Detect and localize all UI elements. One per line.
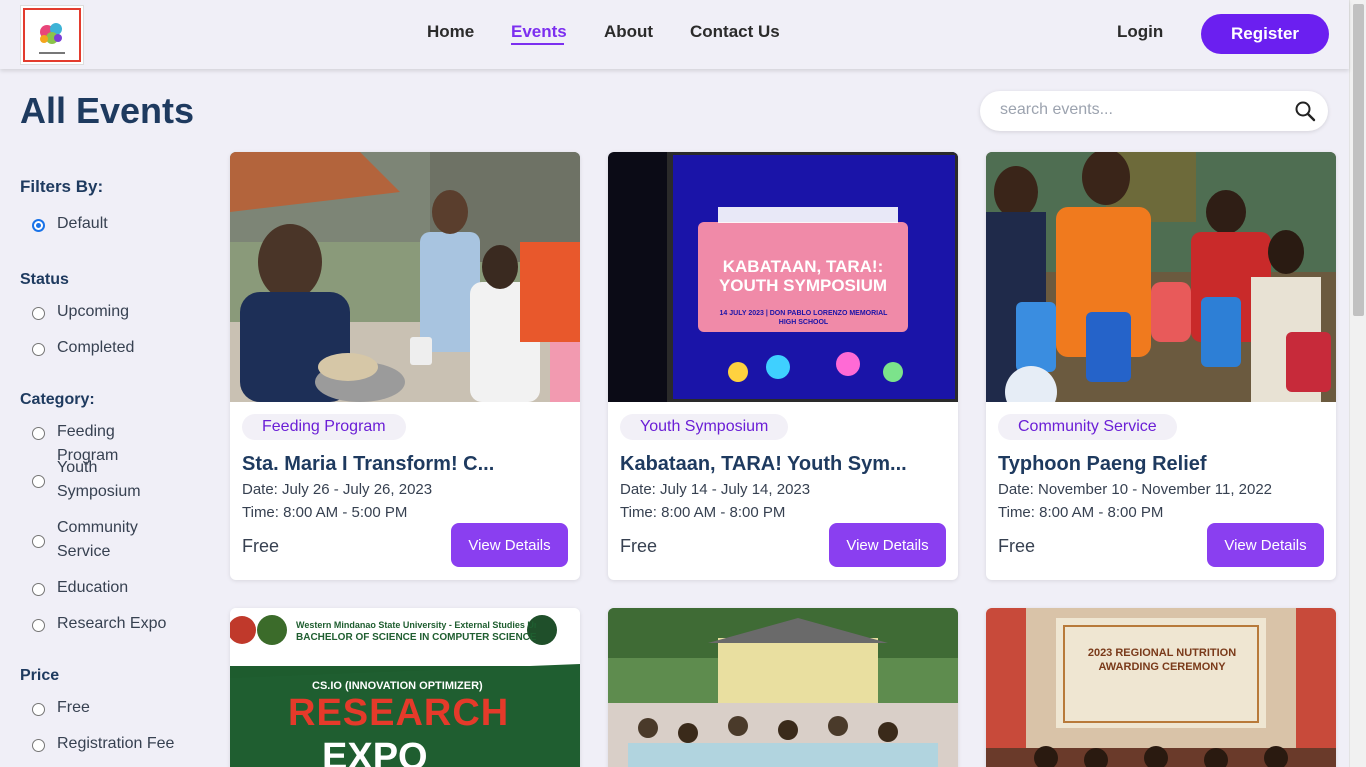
filter-youth-symposium[interactable]: Youth Symposium — [32, 459, 177, 504]
search-icon[interactable] — [1294, 100, 1316, 127]
preview-headline-text: RESEARCH — [288, 692, 510, 734]
filter-registration-fee-label: Registration Fee — [57, 735, 175, 752]
filter-free[interactable]: Free — [32, 699, 177, 720]
search-input[interactable] — [1000, 101, 1280, 119]
event-time: Time: 8:00 AM - 8:00 PM — [620, 504, 786, 521]
event-image[interactable] — [986, 152, 1336, 402]
event-category-tag[interactable]: Youth Symposium — [620, 414, 789, 440]
active-nav-underline — [511, 43, 564, 45]
filter-community-service[interactable]: Community Service — [32, 519, 177, 564]
event-date: Date: July 26 - July 26, 2023 — [242, 481, 433, 498]
event-date: Date: July 14 - July 14, 2023 — [620, 481, 811, 498]
filters-title: Filters By: — [20, 177, 104, 196]
event-category-tag[interactable]: Feeding Program — [242, 414, 406, 440]
event-card: KABATAAN, TARA!: YOUTH SYMPOSIUM 14 JULY… — [608, 152, 958, 580]
event-card: Western Mindanao State University - Exte… — [230, 608, 580, 767]
view-details-button[interactable]: View Details — [829, 523, 946, 567]
radio-research-expo[interactable] — [32, 619, 45, 632]
nav-events[interactable]: Events — [511, 22, 567, 42]
category-title: Category: — [20, 391, 95, 408]
filter-registration-fee[interactable]: Registration Fee — [32, 735, 197, 756]
filter-default-label: Default — [57, 215, 108, 232]
filter-default[interactable]: Default — [32, 215, 177, 236]
event-category-tag[interactable]: Community Service — [998, 414, 1177, 440]
register-button[interactable]: Register — [1201, 14, 1329, 54]
filter-education[interactable]: Education — [32, 579, 177, 600]
radio-feeding-program[interactable] — [32, 427, 45, 440]
event-image[interactable]: Western Mindanao State University - Exte… — [230, 608, 580, 767]
event-card — [608, 608, 958, 767]
filter-research-expo-label: Research Expo — [57, 615, 167, 632]
event-title[interactable]: Sta. Maria I Transform! C... — [242, 453, 494, 476]
event-image-subline: 14 JULY 2023 | DON PABLO LORENZO MEMORIA… — [719, 310, 888, 326]
preview-event-text: CS.IO (INNOVATION OPTIMIZER) — [312, 680, 483, 692]
event-title[interactable]: Typhoon Paeng Relief — [998, 453, 1207, 476]
filter-completed-label: Completed — [57, 339, 135, 356]
logo-image — [23, 8, 81, 62]
radio-upcoming[interactable] — [32, 307, 45, 320]
page-title: All Events — [20, 90, 195, 131]
radio-education[interactable] — [32, 583, 45, 596]
radio-default[interactable] — [32, 219, 45, 232]
radio-free[interactable] — [32, 703, 45, 716]
event-title[interactable]: Kabataan, TARA! Youth Sym... — [620, 453, 907, 476]
event-price: Free — [620, 536, 658, 556]
event-card: 2023 REGIONAL NUTRITION AWARDING CEREMON… — [986, 608, 1336, 767]
event-time: Time: 8:00 AM - 8:00 PM — [998, 504, 1164, 521]
event-time: Time: 8:00 AM - 5:00 PM — [242, 504, 408, 521]
preview-university-text: Western Mindanao State University - Exte… — [296, 620, 536, 630]
event-card: Community Service Typhoon Paeng Relief D… — [986, 152, 1336, 580]
filter-free-label: Free — [57, 699, 90, 716]
price-title: Price — [20, 667, 60, 684]
preview-program-text: BACHELOR OF SCIENCE IN COMPUTER SCIENCE — [296, 632, 536, 643]
view-details-button[interactable]: View Details — [1207, 523, 1324, 567]
view-details-button[interactable]: View Details — [451, 523, 568, 567]
event-image[interactable]: KABATAAN, TARA!: YOUTH SYMPOSIUM 14 JULY… — [608, 152, 958, 402]
filter-completed[interactable]: Completed — [32, 339, 177, 360]
event-price: Free — [242, 536, 280, 556]
scrollbar-thumb[interactable] — [1353, 4, 1364, 316]
page-scrollbar[interactable] — [1349, 0, 1366, 767]
preview-headline-text: 2023 REGIONAL NUTRITION AWARDING CEREMON… — [1087, 647, 1237, 673]
filter-research-expo[interactable]: Research Expo — [32, 615, 177, 636]
preview-headline2-text: EXPO — [322, 736, 428, 767]
filter-upcoming[interactable]: Upcoming — [32, 303, 177, 324]
event-image[interactable] — [608, 608, 958, 767]
search-box — [980, 91, 1328, 131]
nav-contact-us[interactable]: Contact Us — [690, 22, 780, 42]
radio-registration-fee[interactable] — [32, 739, 45, 752]
event-image-headline: KABATAAN, TARA!: YOUTH SYMPOSIUM — [718, 257, 888, 295]
radio-completed[interactable] — [32, 343, 45, 356]
login-link[interactable]: Login — [1117, 22, 1163, 42]
nav-about[interactable]: About — [604, 22, 653, 42]
filter-youth-symposium-label: Youth Symposium — [57, 459, 141, 500]
event-date: Date: November 10 - November 11, 2022 — [998, 481, 1273, 498]
event-card: Feeding Program Sta. Maria I Transform! … — [230, 152, 580, 580]
filter-upcoming-label: Upcoming — [57, 303, 130, 320]
radio-youth-symposium[interactable] — [32, 475, 45, 488]
site-logo[interactable] — [20, 5, 84, 65]
status-title: Status — [20, 271, 69, 288]
nav-home[interactable]: Home — [427, 22, 474, 42]
event-image[interactable] — [230, 152, 580, 402]
radio-community-service[interactable] — [32, 535, 45, 548]
filter-education-label: Education — [57, 579, 129, 596]
top-navbar: Home Events About Contact Us Login Regis… — [0, 0, 1349, 69]
event-image[interactable]: 2023 REGIONAL NUTRITION AWARDING CEREMON… — [986, 608, 1336, 767]
filter-community-service-label: Community Service — [57, 519, 138, 560]
event-price: Free — [998, 536, 1036, 556]
